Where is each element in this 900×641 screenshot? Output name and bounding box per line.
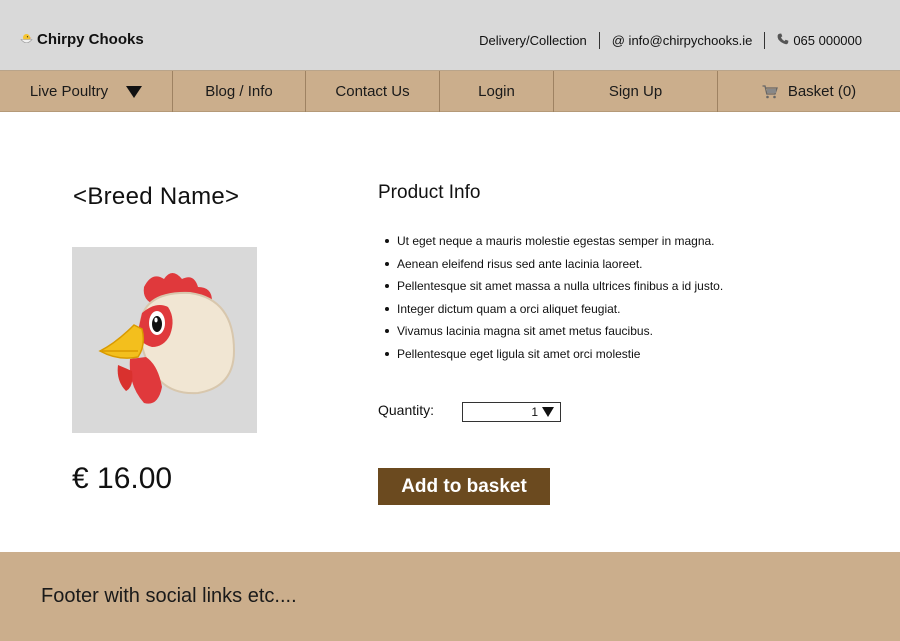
list-item: Pellentesque sit amet massa a nulla ultr… — [385, 278, 805, 301]
quantity-value: 1 — [531, 405, 538, 419]
nav-login[interactable]: Login — [440, 71, 554, 112]
phone-icon — [777, 33, 789, 48]
breed-name: <Breed Name> — [73, 183, 240, 210]
nav-blog-info-label: Blog / Info — [205, 83, 273, 100]
list-item: Ut eget neque a mauris molestie egestas … — [385, 233, 805, 256]
nav-basket-label: Basket (0) — [787, 83, 857, 100]
add-to-basket-button[interactable]: Add to basket — [378, 468, 550, 505]
nav-live-poultry-label: Live Poultry — [29, 83, 109, 100]
triangle-down-icon — [542, 407, 554, 417]
nav-sign-up-label: Sign Up — [608, 83, 663, 100]
contact-info: Delivery/Collection @ info@chirpychooks.… — [467, 31, 862, 49]
brand[interactable]: Chirpy Chooks — [20, 31, 144, 49]
quantity-select[interactable]: 1 — [462, 402, 561, 422]
product-price: € 16.00 — [72, 462, 173, 495]
nav-live-poultry[interactable]: Live Poultry — [0, 71, 173, 112]
list-item: Integer dictum quam a orci aliquet feugi… — [385, 301, 805, 324]
list-item: Vivamus lacinia magna sit amet metus fau… — [385, 323, 805, 346]
chick-logo-icon — [20, 33, 33, 48]
cart-icon — [762, 84, 778, 99]
product-info-list: Ut eget neque a mauris molestie egestas … — [385, 233, 805, 368]
list-item: Pellentesque eget ligula sit amet orci m… — [385, 346, 805, 369]
phone-link[interactable]: 065 000000 — [765, 31, 862, 49]
product-info-title: Product Info — [378, 182, 481, 203]
nav-login-label: Login — [478, 83, 515, 100]
nav-blog-info[interactable]: Blog / Info — [173, 71, 306, 112]
phone-number: 065 000000 — [793, 32, 862, 48]
nav-basket[interactable]: Basket (0) — [718, 71, 900, 112]
delivery-collection-link[interactable]: Delivery/Collection — [467, 31, 599, 49]
brand-name: Chirpy Chooks — [37, 31, 144, 48]
footer: Footer with social links etc.... — [0, 552, 900, 641]
quantity-label: Quantity: — [378, 402, 435, 418]
nav-contact-us[interactable]: Contact Us — [306, 71, 440, 112]
email-link[interactable]: @ info@chirpychooks.ie — [600, 31, 765, 49]
main-nav: Live Poultry Blog / Info Contact Us Logi… — [0, 71, 900, 112]
top-bar: Chirpy Chooks Delivery/Collection @ info… — [0, 0, 900, 71]
chicken-head-icon — [98, 273, 236, 404]
nav-sign-up[interactable]: Sign Up — [554, 71, 718, 112]
footer-text: Footer with social links etc.... — [41, 585, 297, 607]
product-image — [72, 247, 257, 433]
nav-contact-us-label: Contact Us — [335, 83, 410, 100]
list-item: Aenean eleifend risus sed ante lacinia l… — [385, 256, 805, 279]
triangle-down-icon — [126, 85, 143, 98]
